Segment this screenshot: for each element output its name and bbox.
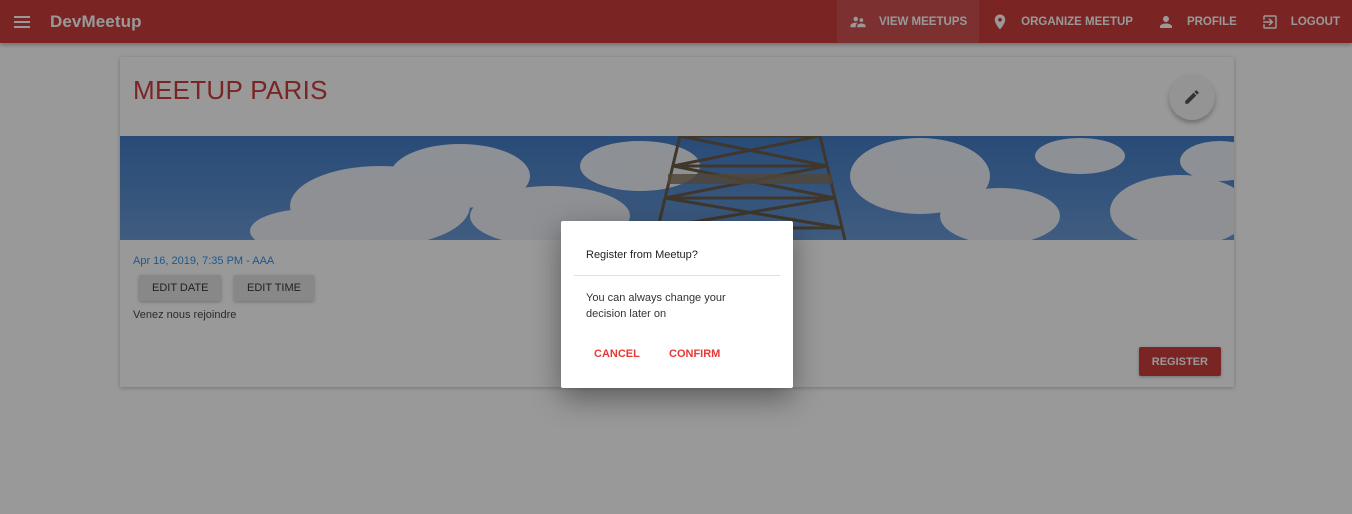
confirm-button[interactable]: CONFIRM bbox=[669, 348, 720, 360]
dialog-title: Register from Meetup? bbox=[586, 249, 698, 261]
cancel-button[interactable]: CANCEL bbox=[594, 348, 640, 360]
dialog-text: You can always change your decision late… bbox=[586, 292, 726, 320]
register-dialog: Register from Meetup? You can always cha… bbox=[561, 221, 793, 388]
dialog-divider bbox=[574, 275, 780, 276]
